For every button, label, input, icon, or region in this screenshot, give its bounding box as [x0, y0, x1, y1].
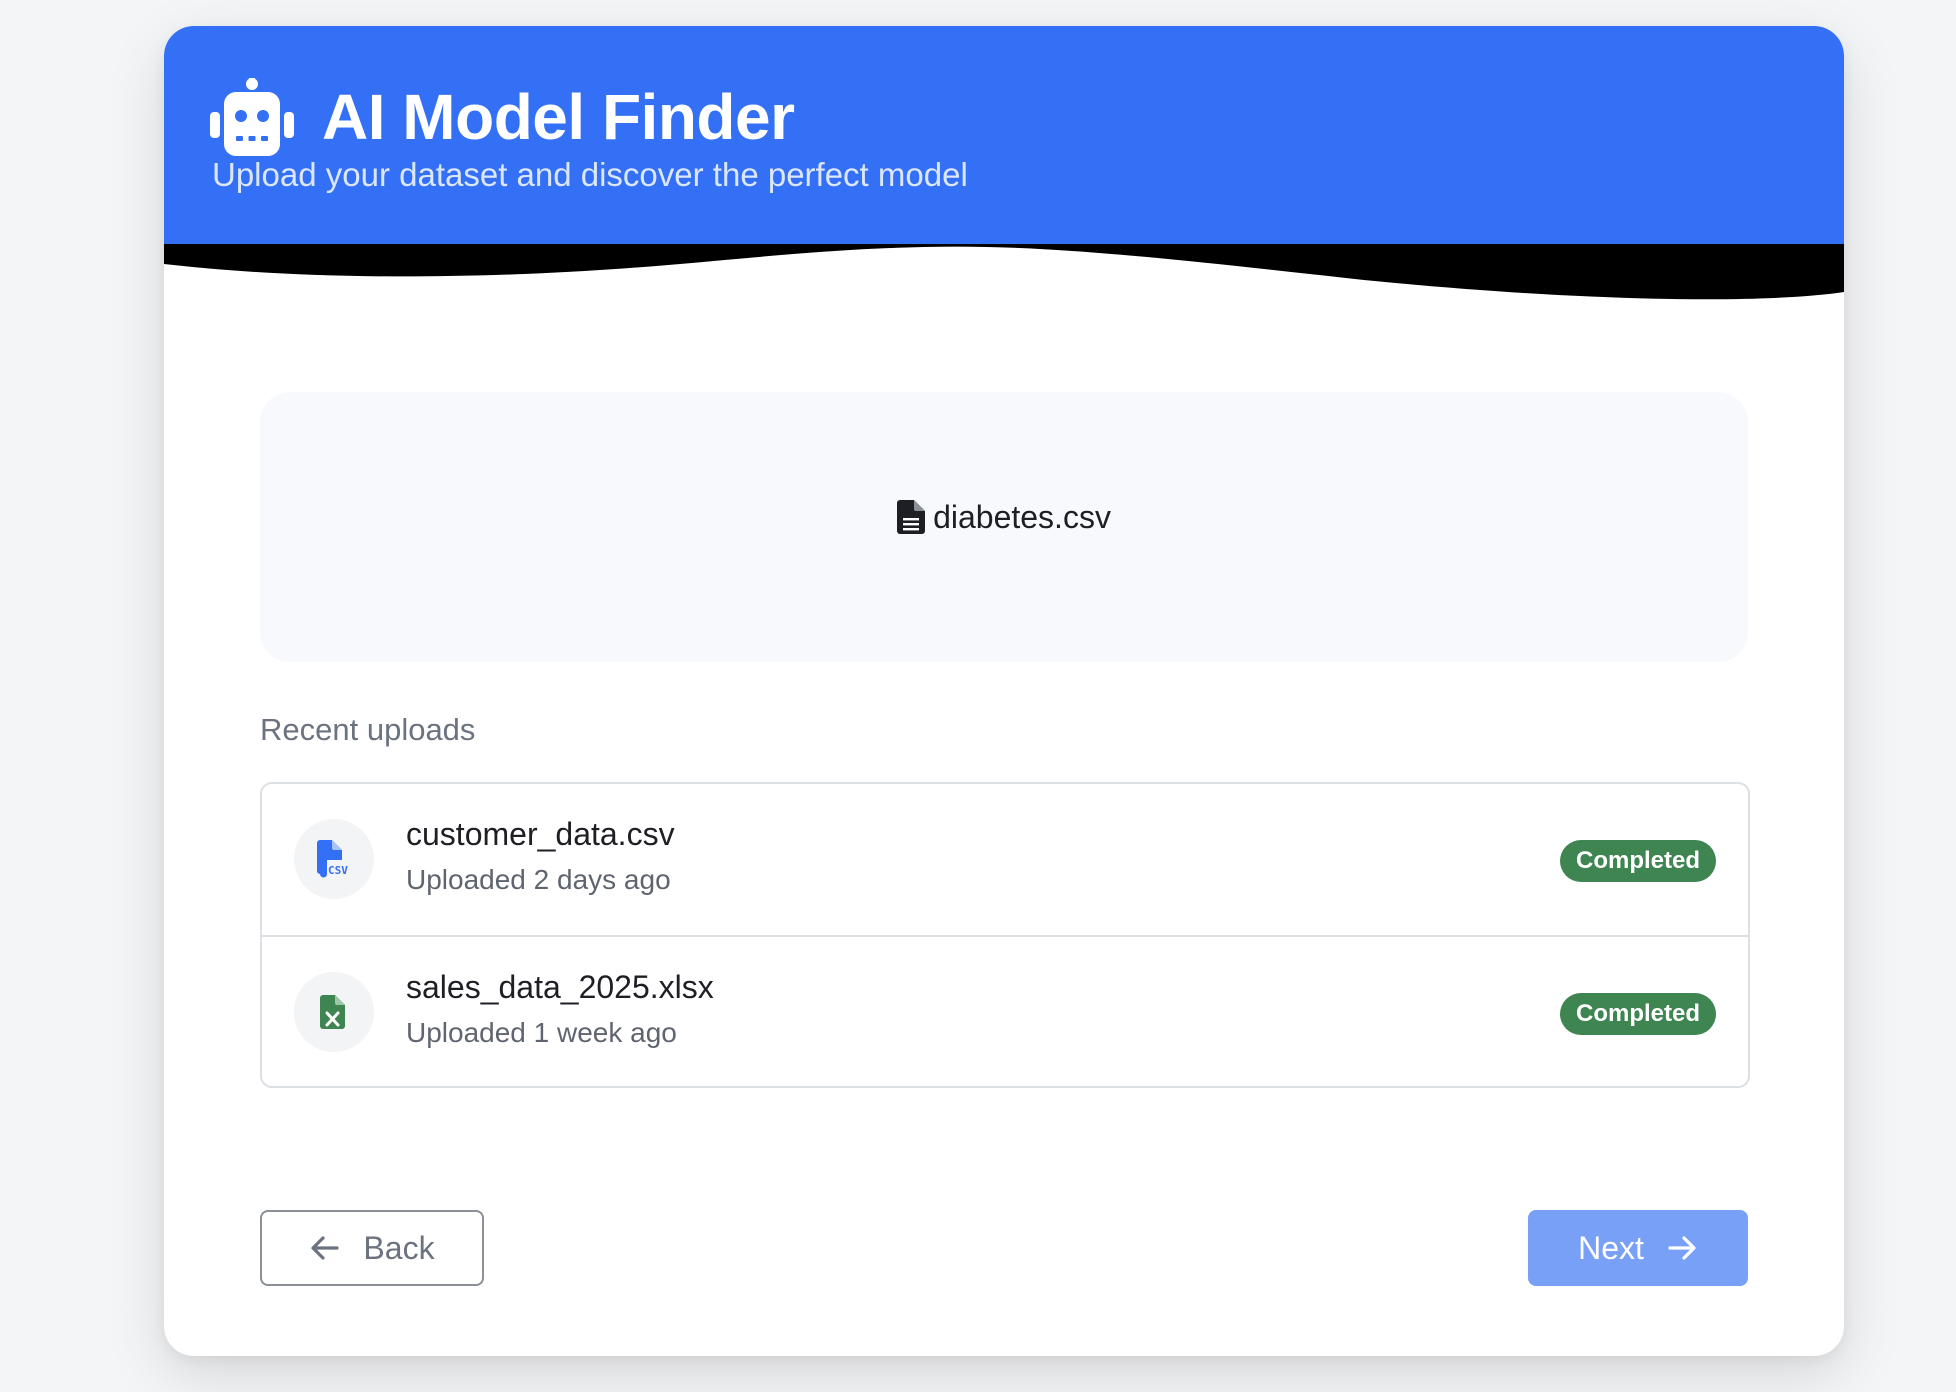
list-item[interactable]: CSV customer_data.csv Uploaded 2 days ag… [262, 784, 1748, 935]
header-wave [164, 244, 1844, 300]
svg-text:CSV: CSV [328, 864, 348, 877]
app-title: AI Model Finder [322, 81, 795, 153]
upload-file-name[interactable]: customer_data.csv [406, 816, 675, 853]
status-badge: Completed [1559, 993, 1716, 1035]
next-button-label: Next [1578, 1229, 1644, 1266]
csv-file-icon: CSV [294, 819, 374, 899]
app-header: AI Model Finder Upload your dataset and … [164, 26, 1844, 246]
upload-time: Uploaded 1 week ago [406, 1017, 677, 1048]
upload-file-name[interactable]: sales_data_2025.xlsx [406, 969, 714, 1006]
recent-uploads-label: Recent uploads [260, 712, 476, 747]
back-button[interactable]: Back [260, 1210, 484, 1286]
selected-file: diabetes.csv [897, 499, 1111, 536]
recent-uploads-list: CSV customer_data.csv Uploaded 2 days ag… [260, 782, 1750, 1088]
status-badge: Completed [1559, 840, 1716, 882]
list-item[interactable]: sales_data_2025.xlsx Uploaded 1 week ago… [262, 935, 1748, 1086]
upload-dropzone[interactable]: diabetes.csv [260, 392, 1748, 662]
back-button-label: Back [363, 1229, 435, 1266]
upload-time: Uploaded 2 days ago [406, 864, 671, 895]
selected-file-name: diabetes.csv [933, 498, 1111, 535]
file-icon [897, 500, 926, 534]
excel-file-icon [294, 972, 374, 1052]
next-button[interactable]: Next [1528, 1210, 1748, 1286]
app-subtitle: Upload your dataset and discover the per… [212, 156, 968, 193]
main-card: AI Model Finder Upload your dataset and … [164, 26, 1844, 1356]
arrow-left-icon [311, 1236, 340, 1260]
arrow-right-icon [1668, 1236, 1696, 1260]
